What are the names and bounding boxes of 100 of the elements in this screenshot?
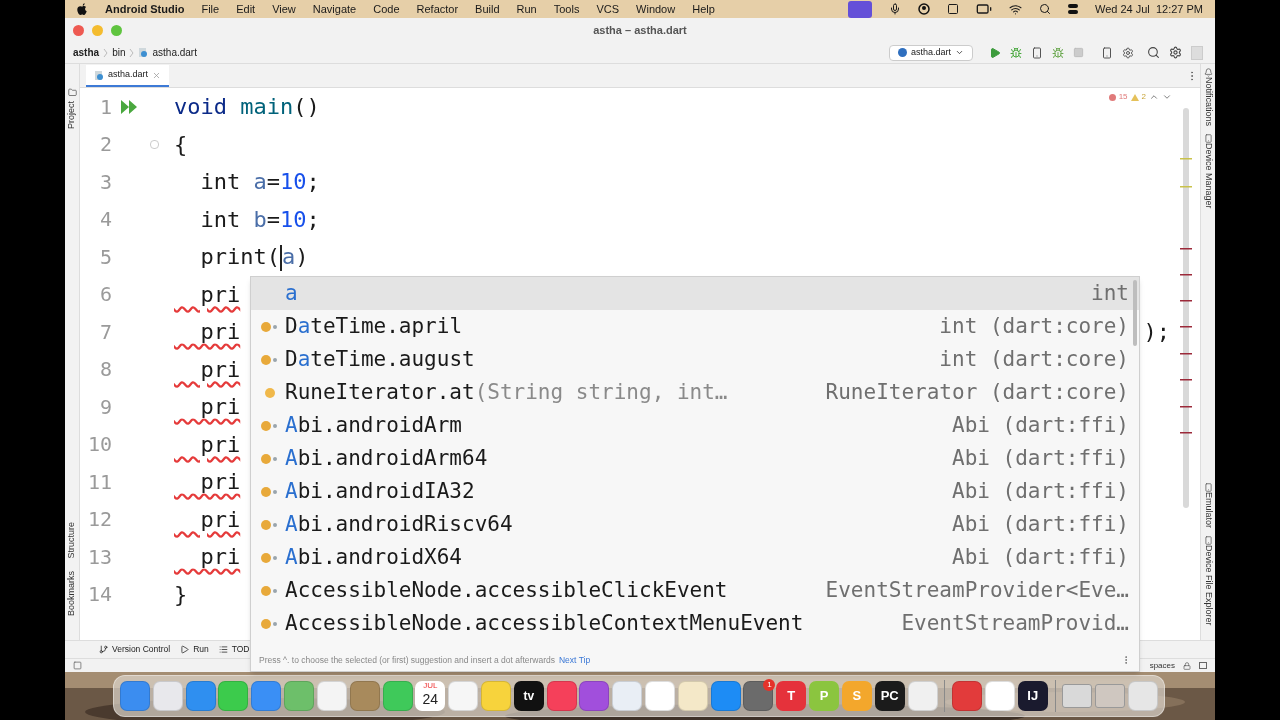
previous-icon[interactable] <box>1149 92 1159 102</box>
app-icon[interactable] <box>546 681 577 711</box>
app-icon[interactable]: IJ <box>1017 681 1048 711</box>
window-thumbnail[interactable] <box>1062 684 1093 708</box>
close-icon[interactable] <box>152 70 162 80</box>
completion-item[interactable]: Abi.androidArm64 Abi (dart:ffi) <box>251 442 1139 475</box>
menu-item[interactable]: Refactor <box>416 0 459 18</box>
tool-window-tab[interactable]: Device Manager <box>1197 143 1219 209</box>
battery-icon[interactable] <box>975 1 992 17</box>
app-icon[interactable]: T <box>776 681 807 711</box>
completion-item[interactable]: AccessibleNode.accessibleContextMenuEvent EventStreamProvid… <box>251 607 1139 640</box>
menu-item[interactable]: Help <box>692 0 715 18</box>
app-icon[interactable] <box>284 681 315 711</box>
completion-item[interactable]: Abi.androidRiscv64 Abi (dart:ffi) <box>251 508 1139 541</box>
run-icon[interactable] <box>989 46 1001 59</box>
emulator-icon[interactable] <box>1203 483 1213 493</box>
next-icon[interactable] <box>1162 92 1172 102</box>
tool-window-button[interactable]: Run <box>180 643 209 656</box>
control-center-icon[interactable] <box>1067 3 1078 15</box>
project-icon[interactable] <box>67 88 77 97</box>
app-icon[interactable]: PC <box>874 681 905 711</box>
tool-window-tab[interactable]: Bookmarks <box>61 571 83 616</box>
app-icon[interactable] <box>677 681 708 711</box>
menu-bar-clock[interactable]: Wed 24 Jul 12:27 PM <box>1094 0 1203 18</box>
completion-item[interactable]: DateTime.august int (dart:core) <box>251 343 1139 376</box>
app-icon[interactable] <box>316 681 347 711</box>
menu-item[interactable]: Tools <box>553 0 580 18</box>
menu-item[interactable]: Edit <box>236 0 256 18</box>
settings-icon[interactable] <box>1169 46 1182 59</box>
tool-window-tab[interactable]: Emulator <box>1197 492 1219 529</box>
tool-window-tab[interactable]: Notifications <box>1197 77 1219 127</box>
app-icon[interactable] <box>382 681 413 711</box>
windows-icon[interactable] <box>946 3 959 15</box>
tool-window-tab[interactable]: Project <box>61 101 83 129</box>
completion-item[interactable]: Abi.androidIA32 Abi (dart:ffi) <box>251 475 1139 508</box>
app-icon[interactable] <box>952 681 983 711</box>
tv-app-icon[interactable]: tv <box>513 681 544 711</box>
menu-item[interactable]: File <box>201 0 220 18</box>
completion-item[interactable]: DateTime.april int (dart:core) <box>251 310 1139 343</box>
tool-window-button[interactable]: Version Control <box>99 643 171 656</box>
indent-status[interactable]: spaces <box>1149 659 1175 672</box>
stop-icon[interactable] <box>1073 47 1084 58</box>
lock-icon[interactable] <box>1183 661 1191 670</box>
app-name-menu[interactable]: Android Studio <box>105 0 185 18</box>
calendar-icon[interactable]: JUL 24 <box>415 681 446 711</box>
completion-item[interactable]: AccessibleNode.accessibleClickEvent EventStreamProvider<Eve… <box>251 574 1139 607</box>
device-file-explorer-icon[interactable] <box>1203 536 1213 546</box>
window-thumbnail[interactable] <box>1095 684 1126 708</box>
app-icon[interactable] <box>579 681 610 711</box>
wifi-icon[interactable] <box>1008 2 1022 16</box>
app-icon[interactable]: 1 <box>743 681 774 711</box>
app-icon[interactable] <box>185 681 216 711</box>
app-icon[interactable] <box>218 681 249 711</box>
notifications-icon[interactable] <box>1203 68 1213 77</box>
tool-window-tab[interactable]: Device File Explorer <box>1197 545 1219 626</box>
search-icon[interactable] <box>1147 46 1160 59</box>
apple-icon[interactable] <box>77 2 88 16</box>
menu-item[interactable]: Code <box>373 0 400 18</box>
breadcrumb[interactable]: astha.dart <box>152 45 197 60</box>
minimize-window-button[interactable] <box>92 25 103 36</box>
tool-window-tab[interactable]: Structure <box>61 522 83 559</box>
app-icon[interactable] <box>480 681 511 711</box>
menu-item[interactable]: Navigate <box>312 0 357 18</box>
app-icon[interactable] <box>710 681 741 711</box>
tool-window-button[interactable]: TOD <box>218 643 250 656</box>
attach-debugger-icon[interactable] <box>1052 46 1064 59</box>
menu-item[interactable]: Build <box>475 0 500 18</box>
breadcrumb[interactable]: astha <box>73 45 100 60</box>
completion-item[interactable]: RuneIterator.at(String string, int… RuneIterator (dart:core) <box>251 376 1139 409</box>
app-icon[interactable] <box>251 681 282 711</box>
scrollbar-thumb[interactable] <box>1133 280 1137 346</box>
app-icon[interactable] <box>152 681 183 711</box>
close-window-button[interactable] <box>73 25 84 36</box>
screen-share-icon[interactable] <box>847 0 872 18</box>
debug-icon[interactable] <box>1010 46 1022 59</box>
app-icon[interactable] <box>612 681 643 711</box>
zoom-window-button[interactable] <box>111 25 122 36</box>
app-icon[interactable] <box>1128 681 1158 711</box>
app-icon[interactable] <box>448 681 479 711</box>
app-icon[interactable] <box>349 681 380 711</box>
app-icon[interactable] <box>120 681 150 711</box>
panel-toggle-icon[interactable] <box>73 661 82 670</box>
menu-item[interactable]: VCS <box>596 0 620 18</box>
search-icon[interactable] <box>1038 3 1051 15</box>
menu-item[interactable]: Run <box>516 0 537 18</box>
completion-item[interactable]: Abi.androidArm Abi (dart:ffi) <box>251 409 1139 442</box>
menu-item[interactable]: Window <box>636 0 676 18</box>
editor-tab[interactable]: astha.dart <box>86 65 170 87</box>
microphone-icon[interactable] <box>888 3 901 15</box>
user-circle-icon[interactable] <box>917 3 930 15</box>
breadcrumb[interactable]: bin <box>112 45 126 60</box>
app-icon[interactable] <box>645 681 675 711</box>
device-manager-icon[interactable] <box>1203 134 1213 144</box>
menu-item[interactable]: View <box>272 0 296 18</box>
device-icon[interactable] <box>1101 46 1113 59</box>
completion-item[interactable]: Abi.androidX64 Abi (dart:ffi) <box>251 541 1139 574</box>
fold-marker-icon[interactable] <box>149 139 159 149</box>
app-icon[interactable] <box>984 681 1015 711</box>
completion-item[interactable]: a int <box>251 277 1139 310</box>
run-configuration-dropdown[interactable]: astha.dart <box>888 44 973 61</box>
